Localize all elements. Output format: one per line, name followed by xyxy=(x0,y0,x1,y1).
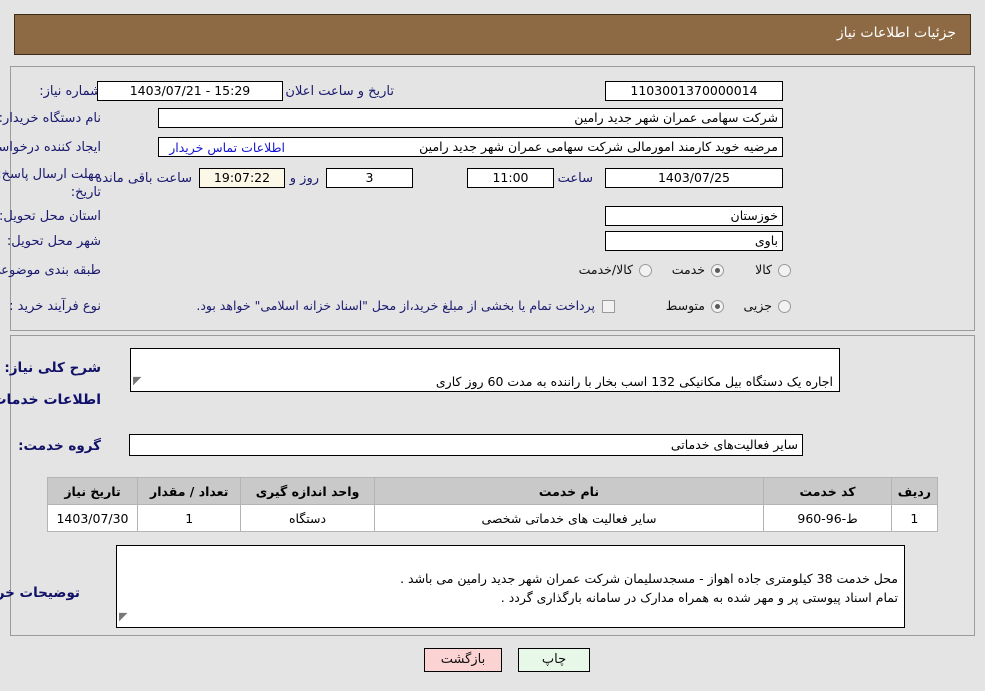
buyer-notes-textarea[interactable]: محل خدمت 38 کیلومتری جاده اهواز - مسجدسل… xyxy=(116,545,905,628)
buyer-contact-link[interactable]: اطلاعات تماس خریدار xyxy=(169,140,285,155)
deadline-hour-field: 11:00 xyxy=(467,168,554,188)
table-row: 1 ط-96-960 سایر فعالیت های خدماتی شخصی د… xyxy=(47,504,939,532)
service-group-label: گروه خدمت: xyxy=(18,438,101,454)
deadline-hour-label: ساعت xyxy=(557,171,593,186)
cell-service-name: سایر فعالیت های خدماتی شخصی xyxy=(373,504,765,532)
province-field: خوزستان xyxy=(605,206,783,226)
table-col-service-name: نام خدمت xyxy=(373,477,765,505)
category-radio-khedmat[interactable] xyxy=(711,264,724,277)
cell-quantity: 1 xyxy=(136,504,242,532)
process-radio-motavaset[interactable] xyxy=(711,300,724,313)
print-button[interactable]: چاپ xyxy=(518,648,590,672)
announce-datetime-field: 15:29 - 1403/07/21 xyxy=(97,81,283,101)
need-number-field: 1103001370000014 xyxy=(605,81,783,101)
general-description-value: اجاره یک دستگاه بیل مکانیکی 132 اسب بخار… xyxy=(435,374,833,389)
table-col-unit: واحد اندازه گیری xyxy=(240,477,375,505)
page-root: AriaTender.net جزئیات اطلاعات نیاز شماره… xyxy=(0,0,985,691)
buyer-org-field: شرکت سهامی عمران شهر جدید رامین xyxy=(158,108,783,128)
services-section-heading: اطلاعات خدمات مورد نیاز xyxy=(0,392,101,408)
service-group-field: سایر فعالیت‌های خدماتی xyxy=(129,434,803,456)
buyer-notes-value: محل خدمت 38 کیلومتری جاده اهواز - مسجدسل… xyxy=(400,571,898,605)
deadline-label-line1: مهلت ارسال پاسخ: تا xyxy=(0,167,101,182)
page-header-bar: جزئیات اطلاعات نیاز xyxy=(14,14,971,55)
cell-row-no: 1 xyxy=(890,504,939,532)
deadline-countdown-field: 19:07:22 xyxy=(199,168,285,188)
buyer-org-label: نام دستگاه خریدار: xyxy=(0,111,101,126)
services-table: ردیف کد خدمت نام خدمت واحد اندازه گیری ت… xyxy=(47,477,939,532)
treasury-checkbox[interactable] xyxy=(602,300,615,313)
deadline-days-field: 3 xyxy=(326,168,413,188)
category-radio-kala-label: کالا xyxy=(755,262,772,277)
page-title: جزئیات اطلاعات نیاز xyxy=(836,25,956,41)
process-type-label: نوع فرآیند خرید : xyxy=(9,299,101,314)
need-number-label: شماره نیاز: xyxy=(39,84,101,99)
table-col-row-no: ردیف xyxy=(890,477,939,505)
deadline-remaining-label: ساعت باقی مانده xyxy=(95,171,192,186)
cell-service-code: ط-96-960 xyxy=(763,504,892,532)
city-label: شهر محل تحویل: xyxy=(6,234,101,249)
process-radio-motavaset-label: متوسط xyxy=(665,298,705,313)
province-label: استان محل تحویل: xyxy=(0,209,101,224)
resize-grip-icon[interactable]: ◥ xyxy=(133,371,141,390)
table-col-quantity: تعداد / مقدار xyxy=(136,477,242,505)
deadline-label-line2: تاریخ: xyxy=(70,185,101,200)
category-radio-kala-khedmat-label: کالا/خدمت xyxy=(578,262,633,277)
buyer-notes-label: توضیحات خریدار: xyxy=(0,585,80,601)
treasury-checkbox-label: پرداخت تمام یا بخشی از مبلغ خرید،از محل … xyxy=(196,298,595,313)
cell-unit: دستگاه xyxy=(240,504,375,532)
category-label: طبقه بندی موضوعی: xyxy=(0,263,101,278)
category-radio-kala[interactable] xyxy=(778,264,791,277)
deadline-days-label: روز و xyxy=(289,171,319,186)
general-description-label: شرح کلی نیاز: xyxy=(4,360,101,376)
need-summary-panel xyxy=(10,66,975,331)
city-field: باوی xyxy=(605,231,783,251)
requester-label: ایجاد کننده درخواست: xyxy=(0,140,101,155)
process-radio-jozei[interactable] xyxy=(778,300,791,313)
category-radio-kala-khedmat[interactable] xyxy=(639,264,652,277)
category-radio-khedmat-label: خدمت xyxy=(671,262,705,277)
resize-grip-icon-notes[interactable]: ◥ xyxy=(119,607,127,626)
table-header-row: ردیف کد خدمت نام خدمت واحد اندازه گیری ت… xyxy=(47,477,939,505)
back-button[interactable]: بازگشت xyxy=(424,648,502,672)
general-description-textarea[interactable]: اجاره یک دستگاه بیل مکانیکی 132 اسب بخار… xyxy=(130,348,840,392)
cell-need-date: 1403/07/30 xyxy=(47,504,138,532)
process-radio-jozei-label: جزیی xyxy=(743,298,772,313)
table-col-service-code: کد خدمت xyxy=(763,477,892,505)
deadline-date-field: 1403/07/25 xyxy=(605,168,783,188)
table-col-need-date: تاریخ نیاز xyxy=(47,477,138,505)
